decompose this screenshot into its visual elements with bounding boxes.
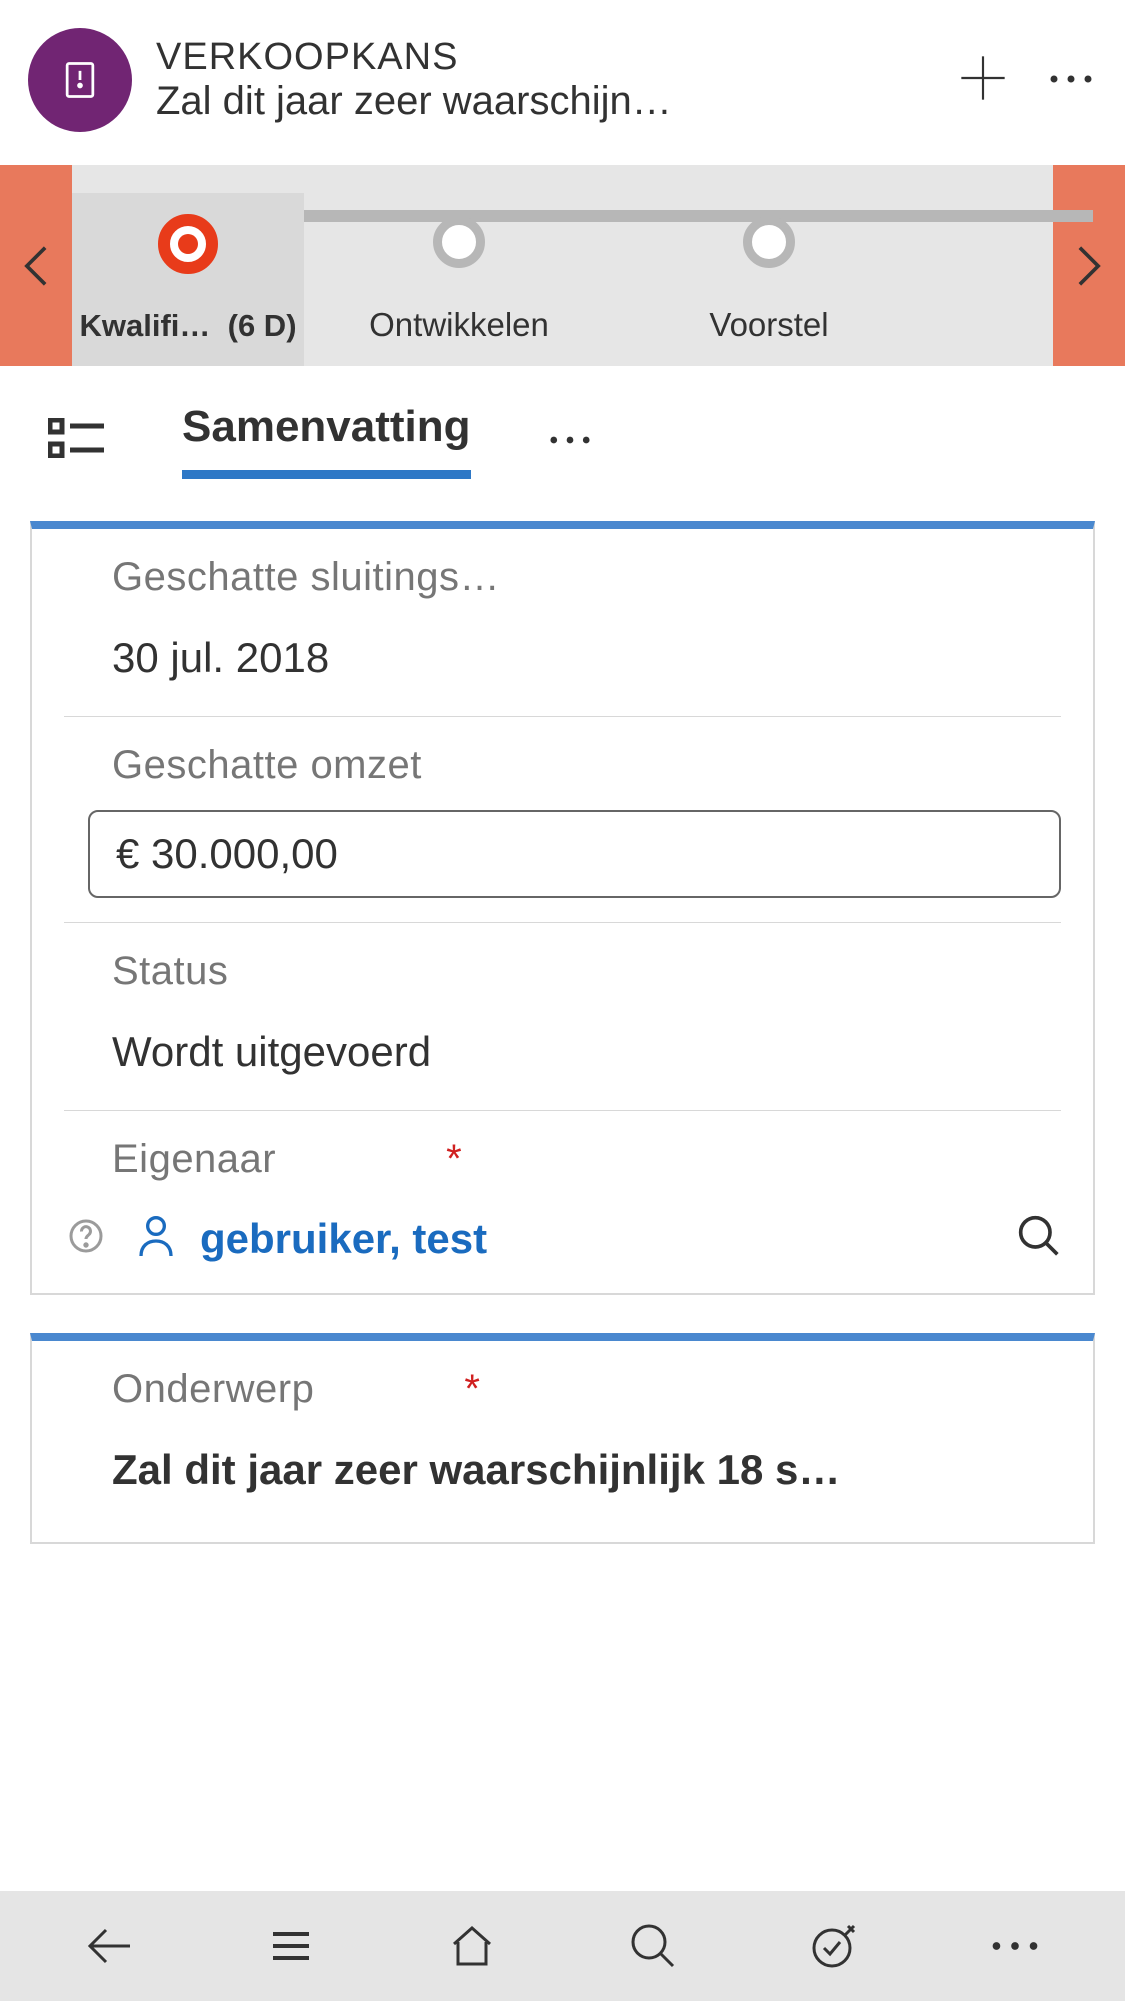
tab-samenvatting[interactable]: Samenvatting <box>182 402 471 479</box>
stage-ontwikkelen[interactable]: Ontwikkelen <box>304 191 614 366</box>
stage-next-button[interactable] <box>1053 165 1125 366</box>
details-card: Onderwerp* Zal dit jaar zeer waarschijnl… <box>30 1333 1095 1544</box>
field-estimated-close-date[interactable]: Geschatte sluitings… 30 jul. 2018 <box>64 529 1061 717</box>
form-content: Geschatte sluitings… 30 jul. 2018 Gescha… <box>0 481 1125 1891</box>
stage-circle-icon <box>433 216 485 268</box>
record-type-avatar <box>28 28 132 132</box>
record-type-label: VERKOOPKANS <box>156 36 933 79</box>
owner-lookup-value[interactable]: gebruiker, test <box>200 1215 993 1263</box>
header-text: VERKOOPKANS Zal dit jaar zeer waarschijn… <box>156 36 933 124</box>
add-button[interactable] <box>957 52 1009 109</box>
revenue-input[interactable]: € 30.000,00 <box>88 810 1061 898</box>
field-label: Eigenaar* <box>112 1137 1061 1182</box>
bottom-nav-bar <box>0 1891 1125 2001</box>
stage-active-indicator-icon <box>158 214 218 274</box>
field-label: Status <box>112 949 1061 994</box>
header: VERKOOPKANS Zal dit jaar zeer waarschijn… <box>0 0 1125 160</box>
nav-task-button[interactable] <box>810 1922 858 1970</box>
tab-list-icon[interactable] <box>48 418 104 463</box>
stage-prev-button[interactable] <box>0 165 72 366</box>
field-label: Geschatte sluitings… <box>112 555 1061 600</box>
field-estimated-revenue: Geschatte omzet € 30.000,00 <box>64 717 1061 923</box>
nav-back-button[interactable] <box>86 1922 134 1970</box>
field-value: Wordt uitgevoerd <box>112 1028 1061 1094</box>
tab-more-button[interactable] <box>549 432 591 450</box>
stage-label: Voorstel <box>709 306 828 344</box>
stage-circle-icon <box>743 216 795 268</box>
stage-voorstel[interactable]: Voorstel <box>614 191 924 366</box>
process-stage-bar: Kwalifi… (6 D) Ontwikkelen Voorstel <box>0 165 1125 366</box>
nav-menu-button[interactable] <box>267 1922 315 1970</box>
stage-label: Kwalifi… (6 D) <box>79 308 296 344</box>
field-status[interactable]: Status Wordt uitgevoerd <box>64 923 1061 1111</box>
stage-kwalificeren[interactable]: Kwalifi… (6 D) <box>72 193 304 366</box>
field-label: Geschatte omzet <box>112 743 1061 788</box>
field-label: Onderwerp* <box>112 1367 1061 1412</box>
field-value: 30 jul. 2018 <box>112 634 1061 700</box>
lookup-search-icon[interactable] <box>1017 1214 1061 1263</box>
field-subject[interactable]: Onderwerp* Zal dit jaar zeer waarschijnl… <box>64 1341 1061 1512</box>
summary-card: Geschatte sluitings… 30 jul. 2018 Gescha… <box>30 521 1095 1295</box>
field-owner: Eigenaar* gebruiker, test <box>64 1111 1061 1263</box>
nav-more-button[interactable] <box>991 1922 1039 1970</box>
nav-home-button[interactable] <box>448 1922 496 1970</box>
field-value: Zal dit jaar zeer waarschijnlijk 18 s… <box>112 1446 1061 1512</box>
tab-bar: Samenvatting <box>0 366 1125 481</box>
required-indicator: * <box>446 1137 462 1181</box>
required-indicator: * <box>464 1367 480 1411</box>
nav-search-button[interactable] <box>629 1922 677 1970</box>
more-button[interactable] <box>1049 71 1093 89</box>
stage-label: Ontwikkelen <box>369 306 549 344</box>
record-title: Zal dit jaar zeer waarschijn… <box>156 79 933 124</box>
person-icon <box>136 1214 176 1263</box>
